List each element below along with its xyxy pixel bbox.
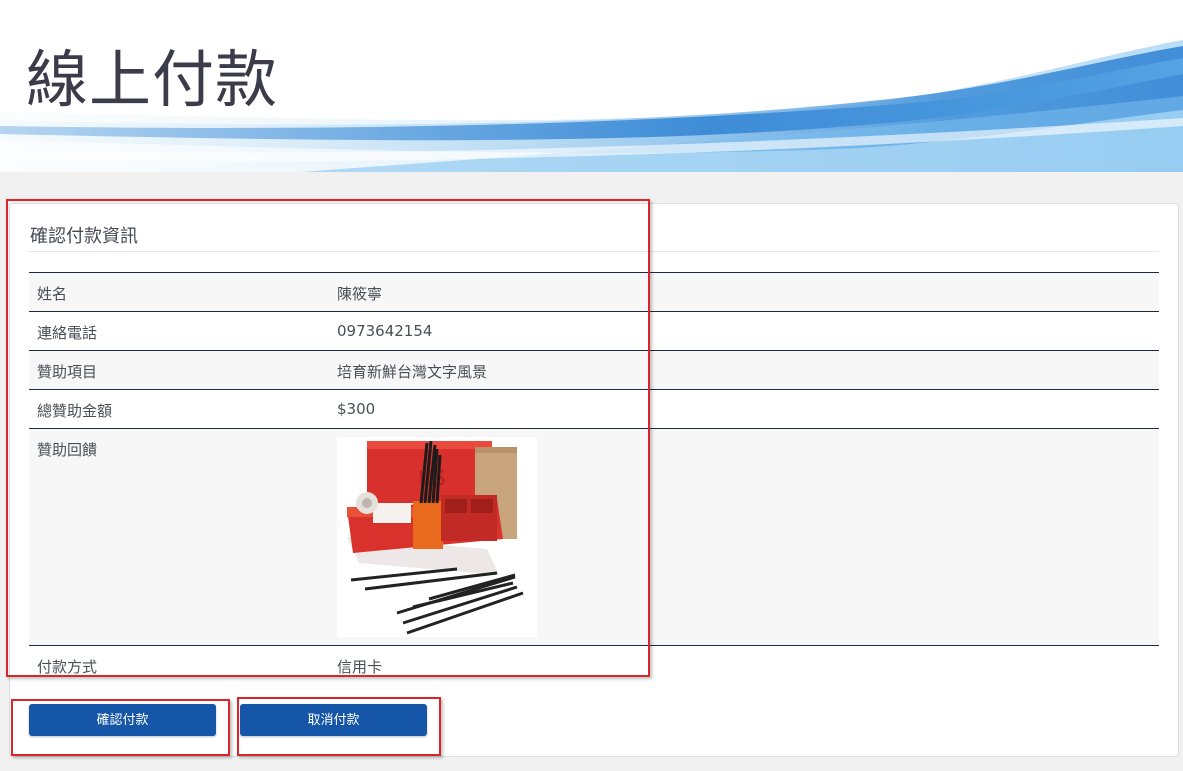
name-value: 陳筱寧 — [337, 285, 383, 303]
table-row-reward: 贊助回饋 US — [29, 428, 1159, 645]
payment-method-label: 付款方式 — [37, 658, 98, 676]
page-title: 線上付款 — [26, 43, 279, 116]
section-divider — [29, 251, 1159, 252]
desk-organizer-illustration: US — [337, 437, 537, 637]
table-row-name: 姓名 陳筱寧 — [29, 272, 1159, 311]
sponsor-item-value: 培育新鮮台灣文字風景 — [337, 363, 488, 381]
section-title: 確認付款資訊 — [30, 226, 138, 247]
sponsor-item-label: 贊助項目 — [37, 363, 98, 381]
payment-info-table: 姓名 陳筱寧 連絡電話 0973642154 贊助項目 培育新鮮台灣文字風景 總… — [29, 272, 1159, 676]
amount-value: $300 — [337, 400, 376, 418]
table-row-phone: 連絡電話 0973642154 — [29, 311, 1159, 350]
table-row-amount: 總贊助金額 $300 — [29, 389, 1159, 428]
phone-label: 連絡電話 — [37, 324, 98, 342]
amount-label: 總贊助金額 — [37, 402, 113, 420]
table-row-sponsor-item: 贊助項目 培育新鮮台灣文字風景 — [29, 350, 1159, 389]
table-row-payment-method: 付款方式 信用卡 — [29, 645, 1159, 676]
name-label: 姓名 — [37, 285, 68, 303]
phone-value: 0973642154 — [337, 322, 433, 340]
payment-method-value: 信用卡 — [337, 658, 383, 676]
cancel-payment-button[interactable]: 取消付款 — [240, 704, 427, 736]
header-banner: 線上付款 — [0, 0, 1183, 172]
reward-product-image: US — [337, 437, 537, 637]
confirm-payment-button[interactable]: 確認付款 — [29, 704, 216, 736]
reward-label: 贊助回饋 — [37, 441, 98, 459]
